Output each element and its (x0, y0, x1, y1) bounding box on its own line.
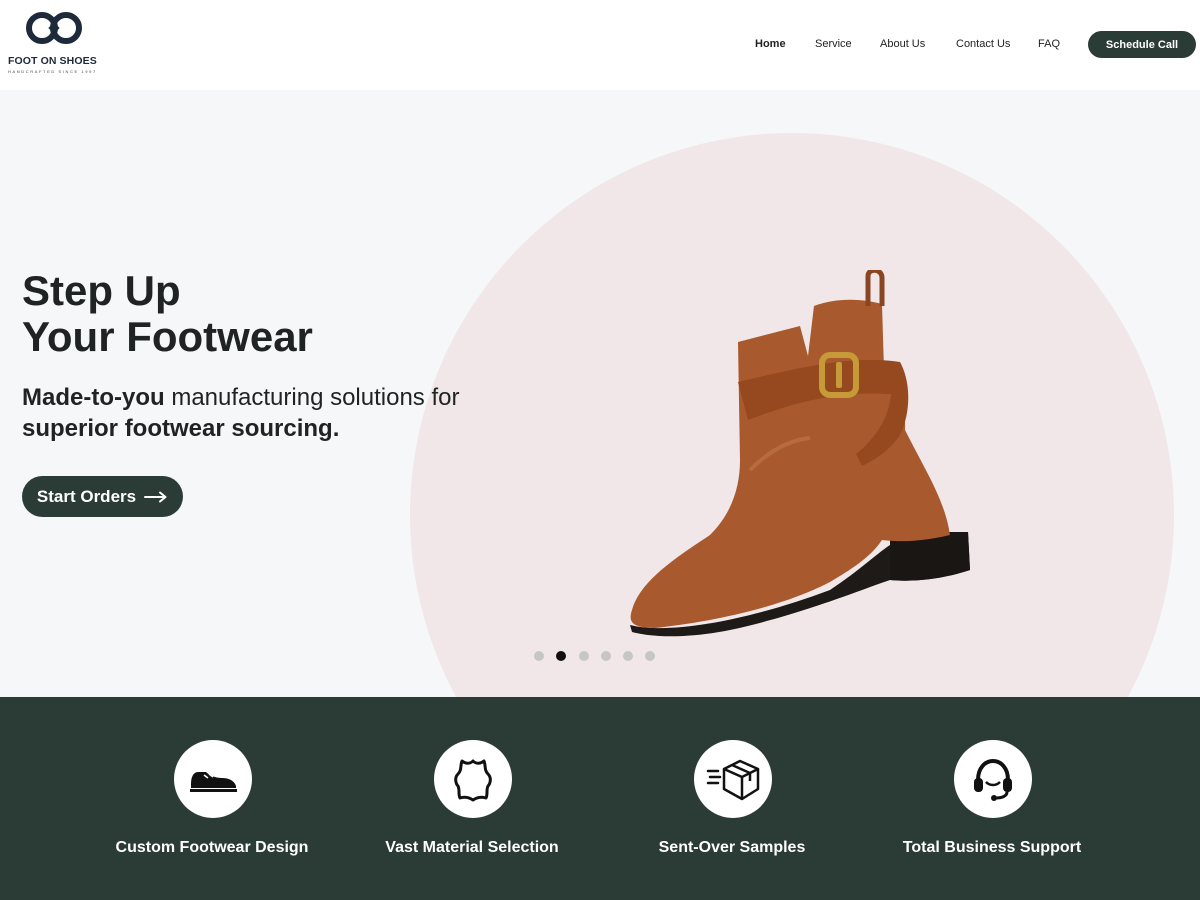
infinity-logo-icon (26, 12, 82, 44)
carousel-dot-5[interactable] (623, 651, 633, 661)
brand-tagline: HANDCRAFTED SINCE 1997 (8, 69, 97, 74)
carousel-dot-2[interactable] (556, 651, 566, 661)
arrow-right-icon (144, 491, 167, 502)
carousel-dots (534, 651, 664, 661)
hero-title-line-2: Your Footwear (22, 313, 313, 360)
leather-hide-icon (434, 740, 512, 818)
hero-title: Step Up Your Footwear (22, 268, 313, 360)
brown-ankle-boot-image (630, 270, 970, 637)
brand-name: FOOT ON SHOES (8, 55, 97, 67)
feature-custom-design: Custom Footwear Design (92, 740, 332, 870)
feature-label: Sent-Over Samples (658, 839, 806, 856)
nav-faq[interactable]: FAQ (1038, 38, 1060, 50)
carousel-dot-4[interactable] (601, 651, 611, 661)
feature-sent-over-samples: Sent-Over Samples (612, 740, 852, 870)
carousel-dot-3[interactable] (579, 651, 589, 661)
features-section: Custom Footwear Design Vast Material Sel… (0, 697, 1200, 900)
site-header: FOOT ON SHOES HANDCRAFTED SINCE 1997 Hom… (0, 0, 1200, 90)
feature-business-support: Total Business Support (872, 740, 1112, 870)
hero-section: Step Up Your Footwear Made-to-you manufa… (0, 90, 1200, 697)
nav-contact-us[interactable]: Contact Us (956, 38, 1010, 50)
hero-subtitle-line-2: superior footwear sourcing. (22, 415, 340, 442)
schedule-call-button[interactable]: Schedule Call (1088, 31, 1196, 58)
nav-service[interactable]: Service (815, 38, 852, 50)
brand-logo[interactable]: FOOT ON SHOES HANDCRAFTED SINCE 1997 (8, 8, 108, 74)
carousel-dot-6[interactable] (645, 651, 655, 661)
feature-label: Custom Footwear Design (115, 839, 309, 856)
feature-label: Total Business Support (902, 839, 1082, 856)
feature-material-selection: Vast Material Selection (352, 740, 592, 870)
nav-home[interactable]: Home (755, 38, 786, 50)
headset-icon (954, 740, 1032, 818)
start-orders-label: Start Orders (36, 486, 137, 506)
hero-subtitle-emphasis: Made-to-you (22, 384, 165, 411)
hero-subtitle: Made-to-you manufacturing solutions for … (22, 382, 502, 444)
hero-title-line-1: Step Up (22, 267, 181, 314)
delivery-box-icon (694, 740, 772, 818)
start-orders-button[interactable]: Start Orders (22, 476, 183, 517)
carousel-dot-1[interactable] (534, 651, 544, 661)
hero-subtitle-rest: manufacturing solutions for (164, 384, 460, 411)
nav-about-us[interactable]: About Us (880, 38, 925, 50)
feature-label: Vast Material Selection (385, 839, 559, 856)
sneaker-icon (174, 740, 252, 818)
